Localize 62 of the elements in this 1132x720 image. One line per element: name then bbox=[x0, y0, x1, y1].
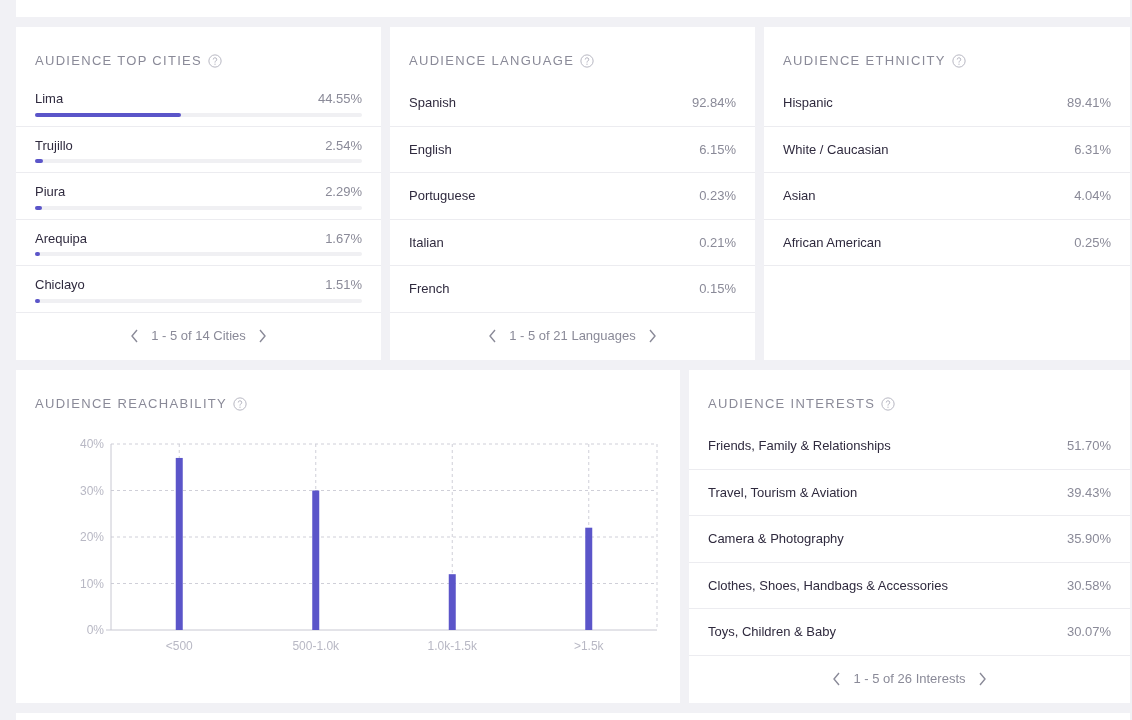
percentage: 89.41% bbox=[1066, 94, 1111, 112]
interests-name: Friends, Family & Relationships bbox=[708, 437, 891, 455]
language-name: Spanish bbox=[409, 94, 456, 112]
percentage: 6.31% bbox=[1074, 140, 1111, 159]
previous-page-button[interactable] bbox=[832, 672, 842, 686]
percentage: 1.67% bbox=[325, 229, 362, 248]
axis-label: 0% bbox=[86, 623, 104, 637]
language-name: Portuguese bbox=[409, 187, 476, 205]
axis-label: 10% bbox=[79, 576, 104, 591]
previous-page-button[interactable] bbox=[130, 329, 140, 343]
language-name: English bbox=[409, 140, 452, 159]
interests-name: Travel, Tourism & Aviation bbox=[708, 483, 858, 502]
percentage: 2.29% bbox=[325, 183, 362, 201]
axis-label: 1.0k-1.5k bbox=[427, 639, 477, 653]
cities-name: Arequipa bbox=[35, 229, 88, 248]
percentage: 30.58% bbox=[1066, 576, 1111, 595]
percentage: 39.43% bbox=[1066, 483, 1111, 502]
axis-label: 30% bbox=[79, 483, 104, 498]
next-page-button[interactable] bbox=[647, 329, 657, 343]
cities-name: Piura bbox=[35, 183, 66, 201]
axis-label: 500-1.0k bbox=[292, 639, 340, 653]
card-title: AUDIENCE INTERESTS bbox=[708, 394, 876, 413]
percentage: 0.15% bbox=[699, 280, 736, 298]
axis-label: <500 bbox=[165, 639, 193, 653]
pagination-label: 1 - 5 of 14 Cities bbox=[151, 327, 246, 346]
ethnicity-name: African American bbox=[783, 233, 882, 252]
cities-name: Trujillo bbox=[35, 136, 73, 155]
language-name: Italian bbox=[409, 233, 444, 252]
percentage: 0.25% bbox=[1074, 233, 1111, 252]
next-page-button[interactable] bbox=[977, 672, 987, 686]
percentage: 30.07% bbox=[1066, 623, 1111, 641]
percentage: 0.23% bbox=[699, 187, 736, 205]
interests-name: Clothes, Shoes, Handbags & Accessories bbox=[708, 576, 948, 595]
percentage: 44.55% bbox=[317, 90, 362, 108]
language-name: French bbox=[409, 280, 450, 298]
interests-name: Toys, Children & Baby bbox=[708, 623, 836, 641]
percentage: 51.70% bbox=[1066, 437, 1111, 455]
axis-label: >1.5k bbox=[573, 639, 604, 653]
percentage: 92.84% bbox=[691, 94, 736, 112]
ethnicity-name: Asian bbox=[783, 187, 816, 205]
card-title: AUDIENCE TOP CITIES bbox=[35, 51, 202, 70]
next-page-button[interactable] bbox=[257, 329, 267, 343]
previous-page-button[interactable] bbox=[488, 329, 498, 343]
pagination-label: 1 - 5 of 26 Interests bbox=[853, 670, 966, 689]
interests-name: Camera & Photography bbox=[708, 530, 844, 548]
percentage: 35.90% bbox=[1066, 530, 1111, 548]
card-title: AUDIENCE LANGUAGE bbox=[409, 51, 575, 70]
axis-label: 20% bbox=[79, 530, 104, 544]
pagination-label: 1 - 5 of 21 Languages bbox=[509, 327, 636, 346]
ethnicity-name: White / Caucasian bbox=[783, 140, 889, 159]
cities-name: Lima bbox=[35, 90, 64, 108]
percentage: 1.51% bbox=[325, 276, 362, 294]
percentage: 6.15% bbox=[699, 140, 736, 159]
percentage: 4.04% bbox=[1074, 187, 1111, 205]
ethnicity-name: Hispanic bbox=[783, 94, 833, 112]
bar bbox=[448, 574, 456, 630]
card-title: AUDIENCE ETHNICITY bbox=[783, 51, 946, 70]
axis-label: 40% bbox=[79, 437, 104, 451]
percentage: 2.54% bbox=[325, 136, 362, 155]
cities-name: Chiclayo bbox=[35, 276, 85, 294]
card-title: AUDIENCE REACHABILITY bbox=[35, 394, 227, 413]
percentage: 0.21% bbox=[699, 233, 736, 252]
